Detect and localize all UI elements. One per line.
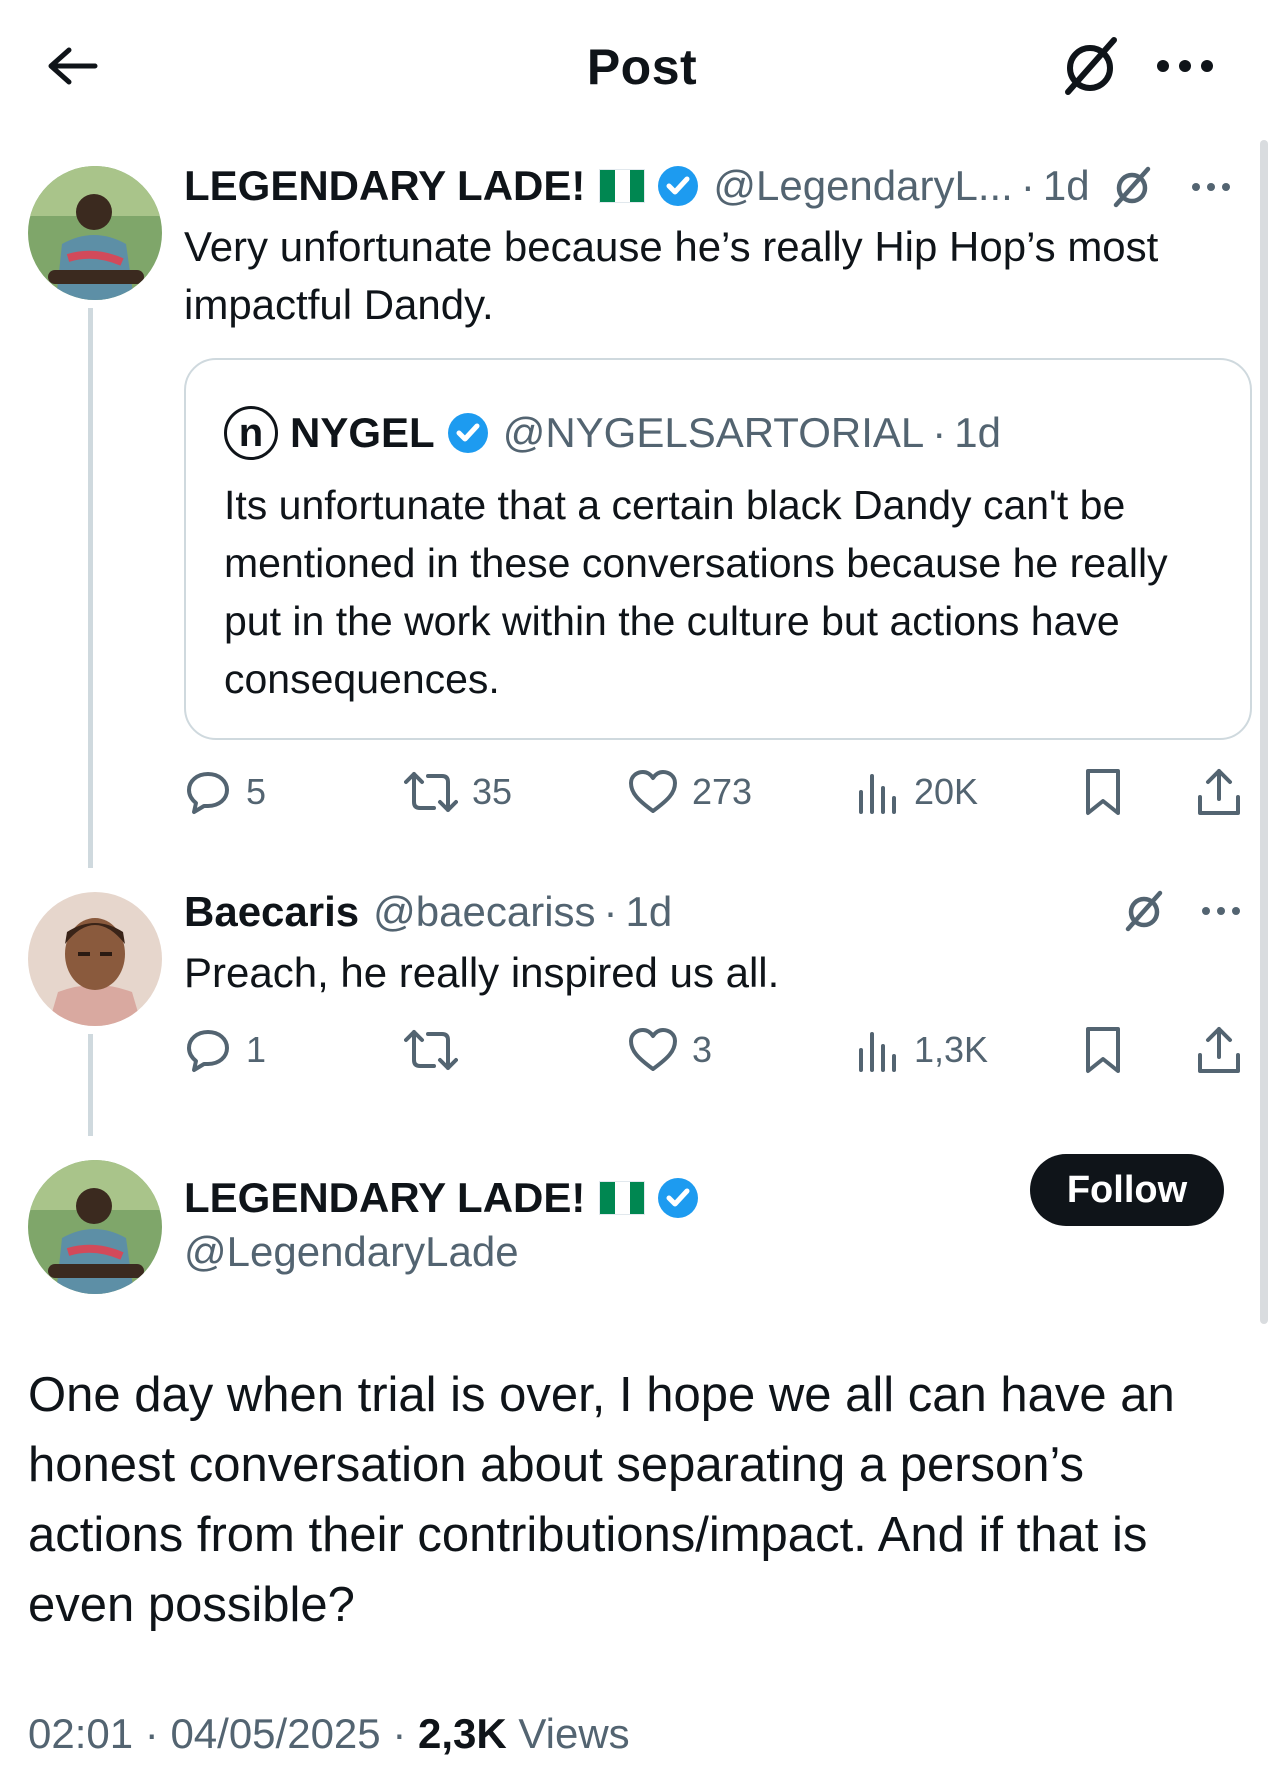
post-time[interactable]: 02:01 [28,1710,133,1757]
more-options-button[interactable] [1196,896,1246,926]
post-metadata: 02:01 · 04/05/2025 · 2,3K Views [28,1710,630,1758]
grok-button[interactable] [1116,886,1172,936]
quote-header: n NYGEL @NYGELSARTORIAL · 1d [224,404,1001,462]
reply-icon [187,1030,229,1072]
more-icon [1192,183,1230,191]
analytics-icon [859,774,896,814]
bookmark-button[interactable] [1078,764,1128,820]
views-label: Views [518,1710,630,1757]
like-count: 3 [692,1029,713,1070]
author-name[interactable]: LEGENDARY LADE! [184,1174,585,1222]
verified-badge-icon[interactable] [657,165,699,207]
quote-time: 1d [954,409,1001,456]
grok-icon [1125,890,1163,932]
bookmark-button[interactable] [1078,1022,1128,1078]
views-count: 1,3K [914,1029,989,1070]
verified-badge-icon [447,412,489,454]
views-count: 2,3K [417,1710,507,1757]
reply-button[interactable]: 5 [184,766,266,818]
author-handle[interactable]: @LegendaryL... [713,162,1013,210]
bookmark-icon [1086,1027,1120,1073]
separator-dot: · [144,1710,171,1757]
follow-button[interactable]: Follow [1030,1154,1224,1226]
quote-avatar: n [224,406,278,460]
repost-button[interactable] [404,1024,472,1076]
quoted-post[interactable]: n NYGEL @NYGELSARTORIAL · 1d Its unfortu… [184,358,1252,740]
author-handle[interactable]: @baecariss [373,888,595,936]
reply-button[interactable]: 1 [184,1024,266,1076]
main-post-text: One day when trial is over, I hope we al… [28,1368,1175,1632]
tweet2-header: Baecaris @baecariss · 1d [184,886,672,938]
separator-dot: · [392,1710,418,1757]
nigeria-flag-icon [599,1181,646,1215]
quote-author-name: NYGEL [290,409,435,456]
separator-dot: · [1020,162,1035,209]
post-time[interactable]: 1d [626,888,673,936]
author-name[interactable]: LEGENDARY LADE! [184,162,585,210]
more-options-button[interactable] [1150,44,1220,88]
analytics-icon [859,1032,896,1072]
verified-badge-icon[interactable] [657,1177,699,1219]
nigeria-flag-icon [599,169,646,203]
bookmark-icon [1086,769,1120,815]
views-button[interactable]: 1,3K [856,1024,988,1076]
grok-button[interactable] [1052,30,1128,102]
avatar-baecaris[interactable] [28,892,162,1026]
share-icon [1198,1027,1240,1073]
like-button[interactable]: 3 [628,1024,712,1076]
top-bar: Post [0,0,1284,130]
like-button[interactable]: 273 [628,766,752,818]
post-text: Very unfortunate because he’s really Hip… [184,223,1159,328]
reply-count: 5 [246,771,267,812]
post-date[interactable]: 04/05/2025 [170,1710,380,1757]
quote-author-handle: @NYGELSARTORIAL [502,409,925,456]
views-button[interactable]: 20K [856,766,978,818]
repost-button[interactable]: 35 [404,766,512,818]
avatar-legendary-lade[interactable] [28,166,162,300]
scrollbar[interactable] [1260,140,1268,1324]
share-icon [1198,769,1240,815]
tweet1-header: LEGENDARY LADE! @LegendaryL... · 1d [184,160,1090,212]
post-time[interactable]: 1d [1043,162,1090,210]
author-handle[interactable]: @LegendaryLade [184,1228,519,1276]
like-count: 273 [692,771,753,812]
grok-button[interactable] [1104,162,1160,212]
repost-icon [404,1030,458,1070]
more-options-button[interactable] [1186,172,1236,202]
more-icon [1202,907,1240,915]
thread-line [88,308,93,868]
quote-text: Its unfortunate that a certain black Dan… [224,482,1168,702]
post-text: Preach, he really inspired us all. [184,949,780,996]
more-icon [1157,60,1213,72]
repost-icon [404,772,458,812]
author-name[interactable]: Baecaris [184,888,359,936]
grok-icon [1065,37,1117,95]
views-count: 20K [914,771,979,812]
heart-icon [629,1028,677,1071]
grok-icon [1113,166,1151,208]
main-author-row: LEGENDARY LADE! [184,1172,713,1224]
heart-icon [629,770,677,813]
reply-count: 1 [246,1029,267,1070]
thread-line [88,1034,93,1136]
repost-count: 35 [472,771,513,812]
separator-dot: · [932,409,947,456]
share-button[interactable] [1192,1022,1246,1078]
reply-icon [187,772,229,814]
separator-dot: · [603,888,618,935]
avatar-legendary-lade[interactable] [28,1160,162,1294]
share-button[interactable] [1192,764,1246,820]
